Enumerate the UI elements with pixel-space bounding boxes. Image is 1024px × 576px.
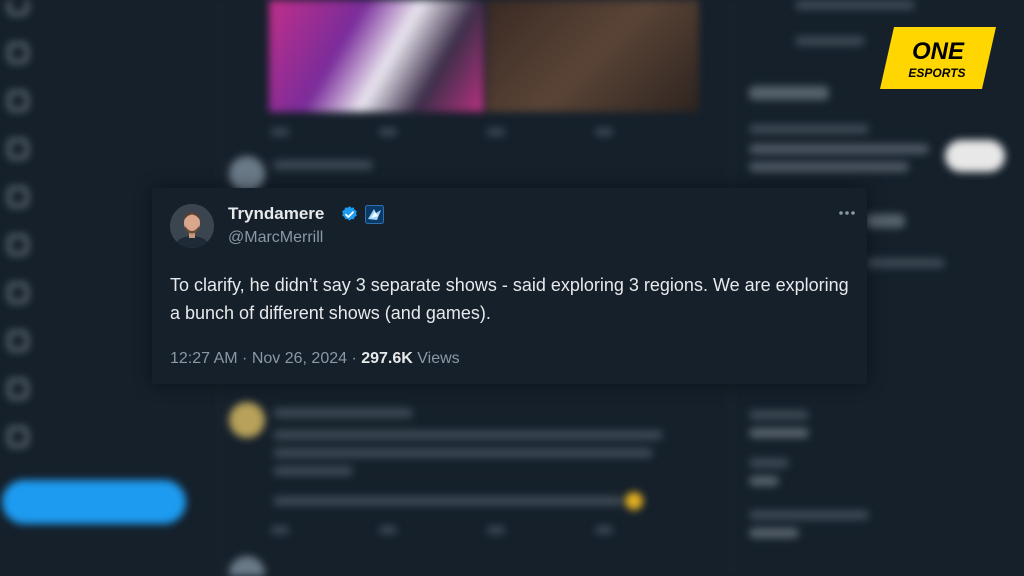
emoji-icon [625,492,643,510]
verified-badge-icon [340,205,359,224]
like-icon[interactable] [487,128,505,136]
mail-icon [8,91,28,111]
views-count: 297.6K [361,350,413,367]
one-esports-logo: ONE ESPORTS [880,27,996,89]
tweet-date[interactable]: Nov 26, 2024 [252,350,347,367]
display-name[interactable]: Tryndamere [228,204,324,224]
views-icon[interactable] [595,128,613,136]
sidebar-item-more[interactable] [8,422,188,452]
bookmark-icon [8,187,28,207]
meta-separator: · [347,350,362,367]
sidebar-item-lists[interactable] [8,134,188,164]
views-icon[interactable] [595,526,613,534]
tweet-media-image[interactable] [269,0,484,112]
list-icon [8,139,28,159]
user-handle[interactable]: @MarcMerrill [228,229,323,247]
lightning-icon [8,331,28,351]
communities-icon [8,235,28,255]
more-circle-icon [8,427,28,447]
tweet-time[interactable]: 12:27 AM [170,350,238,367]
svg-text:ESPORTS: ESPORTS [908,66,965,80]
bell-icon [8,43,28,63]
avatar[interactable] [229,556,265,576]
tweet-card[interactable]: Tryndamere @MarcMerrill To clarify, he d… [152,188,867,384]
tweet-actions [271,128,613,136]
tweet-actions [271,526,613,534]
sidebar-item-notifications[interactable] [8,38,188,68]
follow-button[interactable] [945,140,1005,172]
reply-icon[interactable] [271,526,289,534]
meta-separator: · [237,350,252,367]
post-button[interactable] [2,480,186,524]
profile-icon [8,379,28,399]
avatar[interactable] [170,204,214,248]
retweet-icon[interactable] [379,526,397,534]
affiliate-badge-icon[interactable] [365,205,384,224]
tweet-text: To clarify, he didn’t say 3 separate sho… [170,275,849,323]
reply-icon[interactable] [271,128,289,136]
tweet-media-image[interactable] [487,0,699,112]
retweet-icon[interactable] [379,128,397,136]
sidebar-item-explore[interactable] [8,0,188,20]
like-icon[interactable] [487,526,505,534]
avatar[interactable] [229,402,265,438]
views-label: Views [412,350,460,367]
svg-text:ONE: ONE [912,38,965,65]
sidebar-item-messages[interactable] [8,86,188,116]
more-options-icon[interactable] [836,204,858,222]
explore-icon [8,0,28,15]
tweet-metadata: 12:27 AM · Nov 26, 2024 · 297.6K Views [170,350,460,368]
avatar[interactable] [229,156,265,192]
premium-icon [8,283,28,303]
